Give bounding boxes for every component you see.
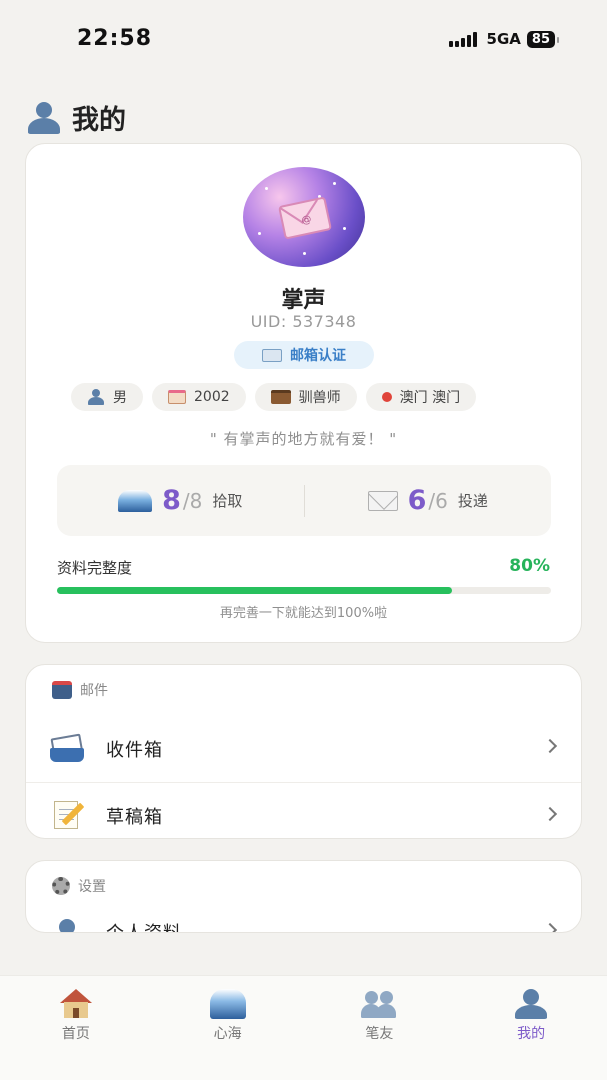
battery-icon: 85 bbox=[526, 30, 560, 48]
page-header: 我的 bbox=[26, 98, 126, 137]
pick-stat[interactable]: 8 /8 拾取 bbox=[57, 485, 304, 516]
menu-item-label: 个人资料 bbox=[106, 919, 182, 932]
pin-icon bbox=[381, 392, 392, 402]
inbox-tray-icon bbox=[50, 733, 84, 764]
cake-icon bbox=[168, 390, 186, 404]
tag-label: 男 bbox=[113, 390, 127, 406]
deliver-label: 投递 bbox=[457, 492, 488, 510]
wave-icon bbox=[209, 989, 246, 1019]
page-title: 我的 bbox=[72, 105, 126, 136]
nav-label: 首页 bbox=[61, 1026, 90, 1042]
status-bar: 22:58 5GA 85 bbox=[0, 0, 607, 80]
chevron-right-icon bbox=[542, 738, 558, 754]
settings-section-title: 设置 bbox=[78, 879, 106, 895]
mail-section-header: 邮件 bbox=[26, 665, 581, 715]
mail-section: 邮件 收件箱 草稿箱 bbox=[25, 664, 582, 839]
menu-item-label: 草稿箱 bbox=[106, 807, 163, 828]
pick-count: 8 bbox=[162, 485, 181, 516]
person-icon bbox=[87, 389, 105, 405]
profile-completeness-value: 80% bbox=[509, 556, 550, 576]
profile-tags: 男 2002 驯兽师 澳门 澳门 bbox=[71, 383, 477, 411]
letter-stats: 8 /8 拾取 6 /6 投递 bbox=[57, 465, 551, 536]
deliver-total: /6 bbox=[428, 488, 448, 513]
email-verify-badge[interactable]: 邮箱认证 bbox=[234, 341, 374, 369]
envelope-icon bbox=[262, 348, 282, 362]
tag-gender: 男 bbox=[71, 383, 143, 411]
profile-completeness-bar bbox=[57, 587, 551, 594]
person-icon bbox=[26, 101, 62, 134]
house-icon bbox=[58, 989, 94, 1019]
tag-label: 澳门 澳门 bbox=[399, 390, 461, 406]
profile-completeness-fill bbox=[57, 587, 453, 594]
pick-label: 拾取 bbox=[212, 492, 243, 510]
envelope-icon bbox=[367, 490, 398, 511]
menu-item-inbox[interactable]: 收件箱 bbox=[26, 715, 581, 782]
mail-section-title: 邮件 bbox=[80, 683, 108, 699]
envelope-icon: @ bbox=[277, 196, 333, 240]
user-id: UID: 537348 bbox=[250, 312, 357, 331]
tag-location: 澳门 澳门 bbox=[365, 383, 477, 411]
nav-label: 我的 bbox=[517, 1026, 546, 1042]
status-indicators: 5GA 85 bbox=[448, 30, 560, 48]
profile-completeness-hint: 再完善一下就能达到100%啦 bbox=[219, 606, 388, 621]
nav-pen-pals[interactable]: 笔友 bbox=[304, 976, 456, 1080]
pick-total: /8 bbox=[182, 488, 203, 513]
avatar[interactable]: @ bbox=[243, 167, 365, 267]
person-icon bbox=[50, 919, 84, 932]
person-icon bbox=[513, 989, 549, 1019]
gear-icon bbox=[52, 877, 70, 895]
tag-label: 驯兽师 bbox=[298, 390, 341, 406]
bottom-nav: 首页 心海 笔友 我的 bbox=[0, 975, 607, 1080]
profile-card: @ 掌声 UID: 537348 邮箱认证 男 2002 驯兽师 澳门 澳门 "… bbox=[25, 143, 582, 643]
nav-home[interactable]: 首页 bbox=[0, 976, 152, 1080]
menu-item-profile[interactable]: 个人资料 bbox=[26, 911, 581, 932]
deliver-count: 6 bbox=[407, 485, 427, 516]
people-icon bbox=[361, 989, 397, 1019]
menu-item-drafts[interactable]: 草稿箱 bbox=[26, 782, 581, 838]
nav-label: 心海 bbox=[213, 1026, 242, 1042]
nav-mine[interactable]: 我的 bbox=[455, 976, 607, 1080]
network-label: 5GA bbox=[486, 30, 521, 48]
settings-section: 设置 个人资料 bbox=[25, 860, 582, 933]
memo-icon bbox=[50, 801, 85, 831]
mailbox-icon bbox=[52, 681, 72, 699]
nav-label: 笔友 bbox=[365, 1026, 394, 1042]
tag-birth-year: 2002 bbox=[152, 383, 246, 411]
motto: " 有掌声的地方就有爱！ " bbox=[209, 430, 398, 448]
nav-heart-sea[interactable]: 心海 bbox=[152, 976, 304, 1080]
tag-occupation: 驯兽师 bbox=[254, 383, 357, 411]
menu-item-label: 收件箱 bbox=[106, 739, 163, 761]
signal-icon bbox=[448, 31, 477, 47]
briefcase-icon bbox=[270, 390, 291, 404]
settings-section-header: 设置 bbox=[26, 861, 581, 911]
chevron-right-icon bbox=[542, 806, 558, 822]
deliver-stat[interactable]: 6 /6 投递 bbox=[305, 485, 552, 516]
wave-icon bbox=[118, 489, 153, 512]
email-verify-label: 邮箱认证 bbox=[290, 348, 346, 364]
nickname: 掌声 bbox=[281, 288, 326, 313]
chevron-right-icon bbox=[542, 922, 558, 932]
tag-label: 2002 bbox=[194, 389, 230, 405]
status-time: 22:58 bbox=[77, 26, 153, 51]
profile-completeness-label: 资料完整度 bbox=[57, 559, 133, 577]
